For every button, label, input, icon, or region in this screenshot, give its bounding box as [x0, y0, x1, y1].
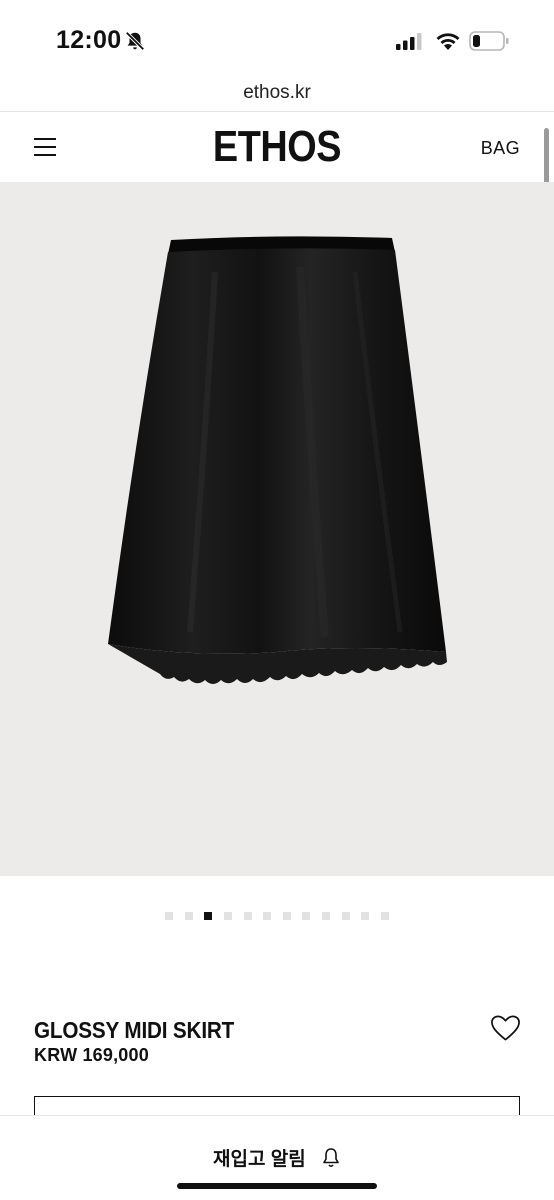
restock-alert-button[interactable]: 재입고 알림: [0, 1144, 554, 1171]
heart-icon[interactable]: [490, 1014, 521, 1042]
home-indicator: [177, 1183, 377, 1189]
cellular-signal-icon: [396, 33, 422, 50]
restock-alert-label: 재입고 알림: [213, 1149, 306, 1170]
status-bar: 12:00: [0, 0, 554, 78]
pager-dot[interactable]: [243, 912, 252, 920]
product-name: GLOSSY MIDI SKIRT: [34, 1017, 235, 1043]
url-text: ethos.kr: [243, 82, 311, 103]
address-bar[interactable]: ethos.kr: [0, 78, 554, 112]
pager-dot-active[interactable]: [204, 912, 213, 920]
wifi-icon: [436, 33, 460, 50]
bag-link[interactable]: BAG: [481, 138, 520, 159]
battery-icon: [469, 31, 509, 51]
bell-slash-icon: [125, 31, 145, 51]
pager-dot[interactable]: [224, 912, 233, 920]
gallery-pager: [0, 912, 554, 922]
pager-dot[interactable]: [341, 912, 350, 920]
site-header: ETHOS BAG: [0, 112, 554, 182]
product-image[interactable]: [0, 182, 554, 876]
pager-dot[interactable]: [184, 912, 193, 920]
pager-dot[interactable]: [321, 912, 330, 920]
page: 12:00 ethos.kr ETHOS BAG GLOSSY MIDI SKI…: [0, 0, 554, 1200]
pager-dot[interactable]: [361, 912, 370, 920]
pager-dot[interactable]: [302, 912, 311, 920]
bottom-action-bar: 재입고 알림: [0, 1115, 554, 1200]
product-price: KRW 169,000: [34, 1045, 149, 1065]
pager-dot[interactable]: [380, 912, 389, 920]
status-time: 12:00: [56, 26, 122, 54]
bell-icon: [323, 1147, 339, 1167]
pager-dot[interactable]: [263, 912, 272, 920]
pager-dot[interactable]: [165, 912, 174, 920]
site-logo[interactable]: ETHOS: [39, 122, 515, 172]
pager-dot[interactable]: [282, 912, 291, 920]
skirt-photo: [108, 236, 447, 684]
